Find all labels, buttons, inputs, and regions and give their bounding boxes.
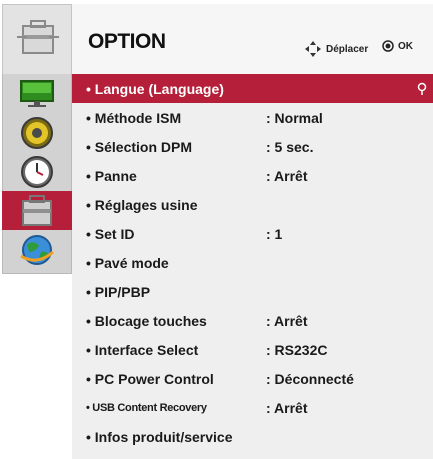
sidebar-item-option[interactable]	[2, 191, 72, 230]
menu-item-label: • USB Content Recovery	[86, 401, 207, 414]
menu-item-value: : RS232C	[266, 341, 328, 358]
menu-item-label: • Panne	[86, 167, 137, 184]
move-hint: Déplacer	[304, 40, 368, 58]
menu-item-fail-over[interactable]: • Panne : Arrêt	[72, 161, 433, 190]
ok-hint: OK	[382, 40, 413, 52]
menu-item-label: • Langue (Language)	[86, 80, 224, 97]
menu-item-label: • Pavé mode	[86, 254, 169, 271]
menu-item-interface-select[interactable]: • Interface Select : RS232C	[72, 335, 433, 364]
sidebar-item-audio[interactable]	[2, 113, 72, 152]
menu-item-value: : Arrêt	[266, 312, 308, 329]
menu-item-pc-power-control[interactable]: • PC Power Control : Déconnecté	[72, 364, 433, 393]
menu-item-label: • PIP/PBP	[86, 283, 151, 300]
menu-item-set-id[interactable]: • Set ID : 1	[72, 219, 433, 248]
clock-icon	[21, 155, 53, 188]
menu-item-label: • Interface Select	[86, 341, 199, 358]
menu-item-value: : Arrêt	[266, 167, 308, 184]
menu-item-label: • PC Power Control	[86, 370, 214, 387]
menu-item-value: : Déconnecté	[266, 370, 354, 387]
dpad-icon	[305, 41, 321, 57]
ok-button-icon	[382, 40, 394, 52]
menu-item-value: : Arrêt	[266, 399, 308, 416]
menu-item-label: • Sélection DPM	[86, 138, 193, 155]
menu-item-usb-content-recovery[interactable]: • USB Content Recovery : Arrêt	[72, 393, 433, 422]
menu-item-label: • Blocage touches	[86, 312, 207, 329]
sidebar-item-picture[interactable]	[2, 74, 72, 113]
menu-item-dpm-select[interactable]: • Sélection DPM : 5 sec.	[72, 132, 433, 161]
pointer-icon	[417, 82, 427, 95]
page-title: OPTION	[88, 30, 166, 53]
menu-item-label: • Réglages usine	[86, 196, 198, 213]
sidebar-item-time[interactable]	[2, 152, 72, 191]
menu-item-label: • Infos produit/service	[86, 428, 233, 445]
menu-item-label: • Méthode ISM	[86, 109, 182, 126]
sidebar-item-network[interactable]	[2, 230, 72, 269]
menu-item-label: • Set ID	[86, 225, 135, 242]
ok-hint-label: OK	[398, 40, 413, 52]
menu-item-value: : 5 sec.	[266, 138, 314, 155]
menu-item-value: : Normal	[266, 109, 323, 126]
sidebar-header-icon-cell	[2, 4, 72, 74]
toolbox-header-icon	[17, 20, 59, 54]
toolbox-icon	[22, 194, 52, 226]
menu-item-tile-mode[interactable]: • Pavé mode	[72, 248, 433, 277]
menu-item-ism-method[interactable]: • Méthode ISM : Normal	[72, 103, 433, 132]
menu-item-pip-pbp[interactable]: • PIP/PBP	[72, 277, 433, 306]
menu-item-product-info[interactable]: • Infos produit/service	[72, 422, 433, 451]
menu-item-key-lock[interactable]: • Blocage touches : Arrêt	[72, 306, 433, 335]
menu-item-language[interactable]: • Langue (Language)	[72, 74, 433, 103]
move-hint-label: Déplacer	[326, 43, 369, 55]
globe-icon	[20, 234, 54, 265]
monitor-icon	[20, 79, 54, 107]
speaker-icon	[21, 116, 53, 149]
menu-item-value: : 1	[266, 225, 283, 242]
menu-item-factory-reset[interactable]: • Réglages usine	[72, 190, 433, 219]
